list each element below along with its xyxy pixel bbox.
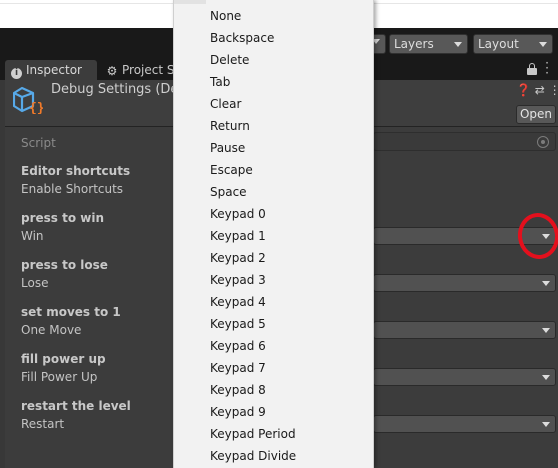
field-label-one-move: One Move [21, 323, 82, 337]
layers-label: Layers [394, 37, 434, 51]
menu-item-keypad-1[interactable]: Keypad 1 [210, 225, 266, 247]
section-heading-set-moves: set moves to 1 [21, 305, 121, 319]
menu-item-keypad-0[interactable]: Keypad 0 [210, 203, 266, 225]
layout-dropdown[interactable]: Layout [473, 34, 553, 54]
menu-item-return[interactable]: Return [210, 115, 250, 137]
menu-item-keypad-6[interactable]: Keypad 6 [210, 335, 266, 357]
field-label-enable-shortcuts: Enable Shortcuts [21, 182, 124, 196]
menu-item-delete[interactable]: Delete [210, 49, 249, 71]
chevron-down-icon [542, 375, 550, 380]
field-label-win: Win [21, 229, 44, 243]
one-move-key-dropdown[interactable] [373, 321, 556, 339]
script-field[interactable] [373, 132, 556, 151]
tab-project-settings[interactable]: ⚙ Project S [100, 60, 180, 80]
section-heading-press-to-lose: press to lose [21, 258, 108, 272]
field-label-restart: Restart [21, 417, 65, 431]
object-title: Debug Settings (De [51, 82, 179, 97]
fill-power-up-key-dropdown[interactable] [373, 368, 556, 386]
preset-icon[interactable]: ⇄ [535, 83, 545, 97]
section-heading-editor-shortcuts: Editor shortcuts [21, 164, 131, 178]
menu-item-backspace[interactable]: Backspace [210, 27, 274, 49]
scriptable-object-icon: {} [13, 86, 43, 114]
menu-item-keypad-4[interactable]: Keypad 4 [210, 291, 266, 313]
chevron-down-icon [539, 42, 547, 47]
header-icons: ❓ ⇄ ⋮ [516, 83, 558, 97]
lock-icon[interactable] [527, 63, 537, 75]
menu-item-keypad-8[interactable]: Keypad 8 [210, 379, 266, 401]
menu-item-clear[interactable]: Clear [210, 93, 241, 115]
svg-text:{}: {} [29, 101, 43, 114]
menu-item-keypad-period[interactable]: Keypad Period [210, 423, 296, 445]
menu-item-space[interactable]: Space [210, 181, 247, 203]
tab-label: Project S [122, 63, 175, 77]
menu-item-keypad-2[interactable]: Keypad 2 [210, 247, 266, 269]
help-icon[interactable]: ❓ [516, 83, 531, 97]
menu-item-none[interactable]: None [210, 5, 241, 27]
chevron-down-icon [454, 42, 462, 47]
layout-label: Layout [478, 37, 519, 51]
menu-item-tab[interactable]: Tab [210, 71, 230, 93]
tab-inspector[interactable]: i Inspector [5, 60, 97, 80]
chevron-down-icon [542, 281, 550, 286]
gear-icon: ⚙ [106, 64, 118, 78]
chevron-down-icon [542, 328, 550, 333]
info-icon: i [11, 68, 22, 79]
menu-item-escape[interactable]: Escape [210, 159, 253, 181]
open-button[interactable]: Open [516, 105, 556, 124]
lose-key-dropdown[interactable] [373, 274, 556, 292]
field-label-fill-power-up: Fill Power Up [21, 370, 98, 384]
menu-item-keypad-9[interactable]: Keypad 9 [210, 401, 266, 423]
tab-label: Inspector [26, 63, 82, 77]
more-options-icon[interactable]: ⋮ [549, 83, 558, 97]
menu-item-pause[interactable]: Pause [210, 137, 245, 159]
chevron-down-icon [542, 422, 550, 427]
script-label: Script [21, 136, 56, 150]
restart-key-dropdown[interactable] [373, 415, 556, 433]
menu-item-keypad-7[interactable]: Keypad 7 [210, 357, 266, 379]
layers-dropdown[interactable]: Layers [389, 34, 468, 54]
menu-item-keypad-divide[interactable]: Keypad Divide [210, 445, 296, 467]
menu-top-notch [174, 0, 206, 4]
section-heading-press-to-win: press to win [21, 211, 105, 225]
menu-item-keypad-3[interactable]: Keypad 3 [210, 269, 266, 291]
section-heading-restart-level: restart the level [21, 399, 131, 413]
section-heading-fill-power-up: fill power up [21, 352, 106, 366]
field-label-lose: Lose [21, 276, 49, 290]
keycode-dropdown-menu [173, 0, 374, 468]
object-picker-icon[interactable] [537, 136, 549, 148]
menu-item-keypad-5[interactable]: Keypad 5 [210, 313, 266, 335]
more-options-icon[interactable]: · · · [545, 57, 549, 79]
